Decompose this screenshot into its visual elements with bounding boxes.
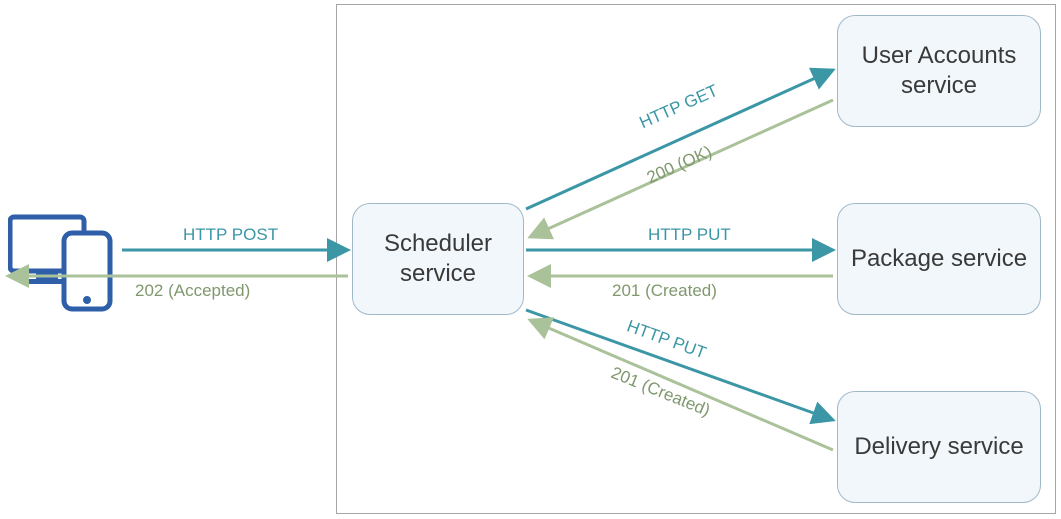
label-package-response: 201 (Created) [612,281,717,301]
user-accounts-service-node: User Accounts service [837,15,1041,127]
client-devices-icon [8,203,118,313]
label-client-response: 202 (Accepted) [135,281,250,301]
label-client-request: HTTP POST [183,225,278,245]
package-service-label: Package service [851,244,1027,274]
label-package-request: HTTP PUT [648,225,731,245]
delivery-service-label: Delivery service [854,432,1023,462]
user-accounts-service-label: User Accounts service [838,41,1040,101]
delivery-service-node: Delivery service [837,391,1041,503]
package-service-node: Package service [837,203,1041,315]
scheduler-service-node: Scheduler service [352,203,524,315]
scheduler-service-label: Scheduler service [353,229,523,289]
